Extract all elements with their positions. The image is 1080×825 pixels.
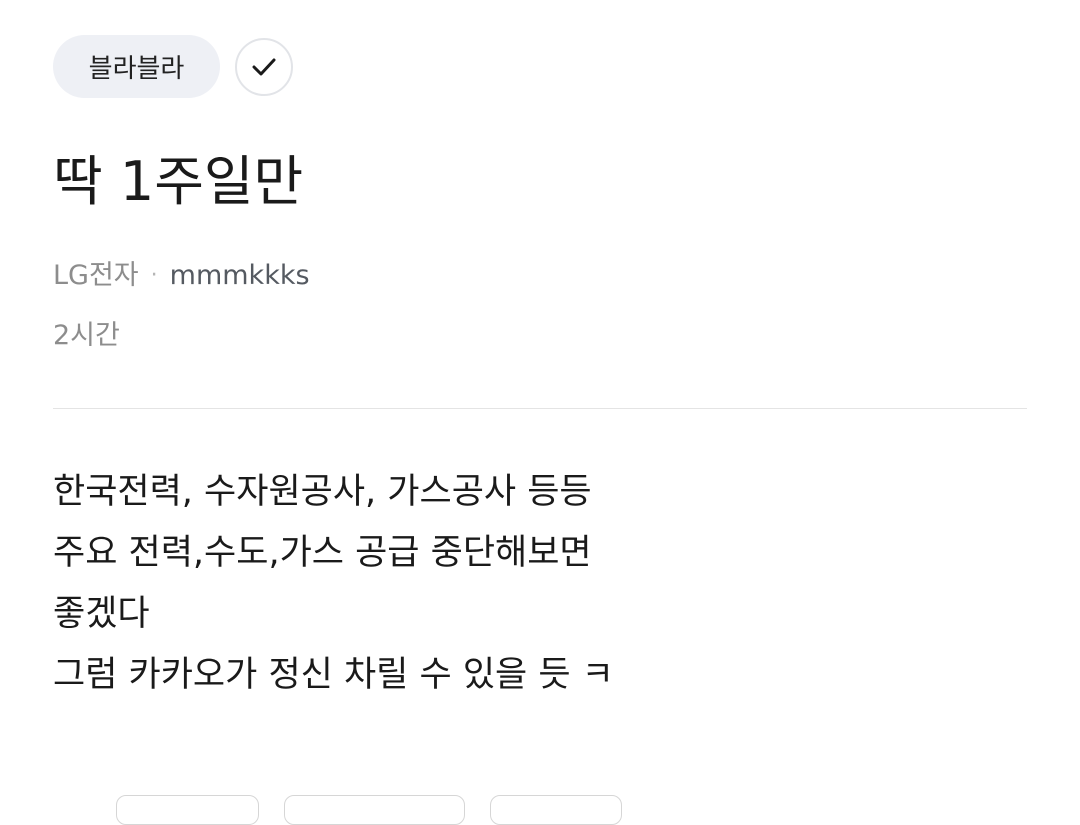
post-title: 딱 1주일만 xyxy=(53,150,304,213)
post-meta: LG전자 · mmmkkks xyxy=(53,256,310,296)
post-body-line: 그럼 카카오가 정신 차릴 수 있을 듯 ㅋ xyxy=(53,655,614,695)
header-divider xyxy=(53,408,1027,409)
meta-separator: · xyxy=(150,263,158,288)
author-company: LG전자 xyxy=(53,260,139,291)
author-nickname[interactable]: mmmkkks xyxy=(170,256,310,296)
post-header-row: 블라블라 xyxy=(53,35,293,98)
post-body-line: 좋겠다 xyxy=(53,594,150,634)
post-body-line: 한국전력, 수자원공사, 가스공사 등등 xyxy=(53,472,592,512)
topic-chip-label: 블라블라 xyxy=(88,54,185,84)
post-body: 한국전력, 수자원공사, 가스공사 등등 주요 전력,수도,가스 공급 중단해보… xyxy=(53,462,614,706)
topic-chip[interactable]: 블라블라 xyxy=(53,35,220,98)
post-body-line: 주요 전력,수도,가스 공급 중단해보면 xyxy=(53,533,592,573)
post-time: 2시간 xyxy=(53,320,120,351)
follow-topic-button[interactable] xyxy=(235,37,293,96)
checkmark-icon xyxy=(252,58,276,75)
